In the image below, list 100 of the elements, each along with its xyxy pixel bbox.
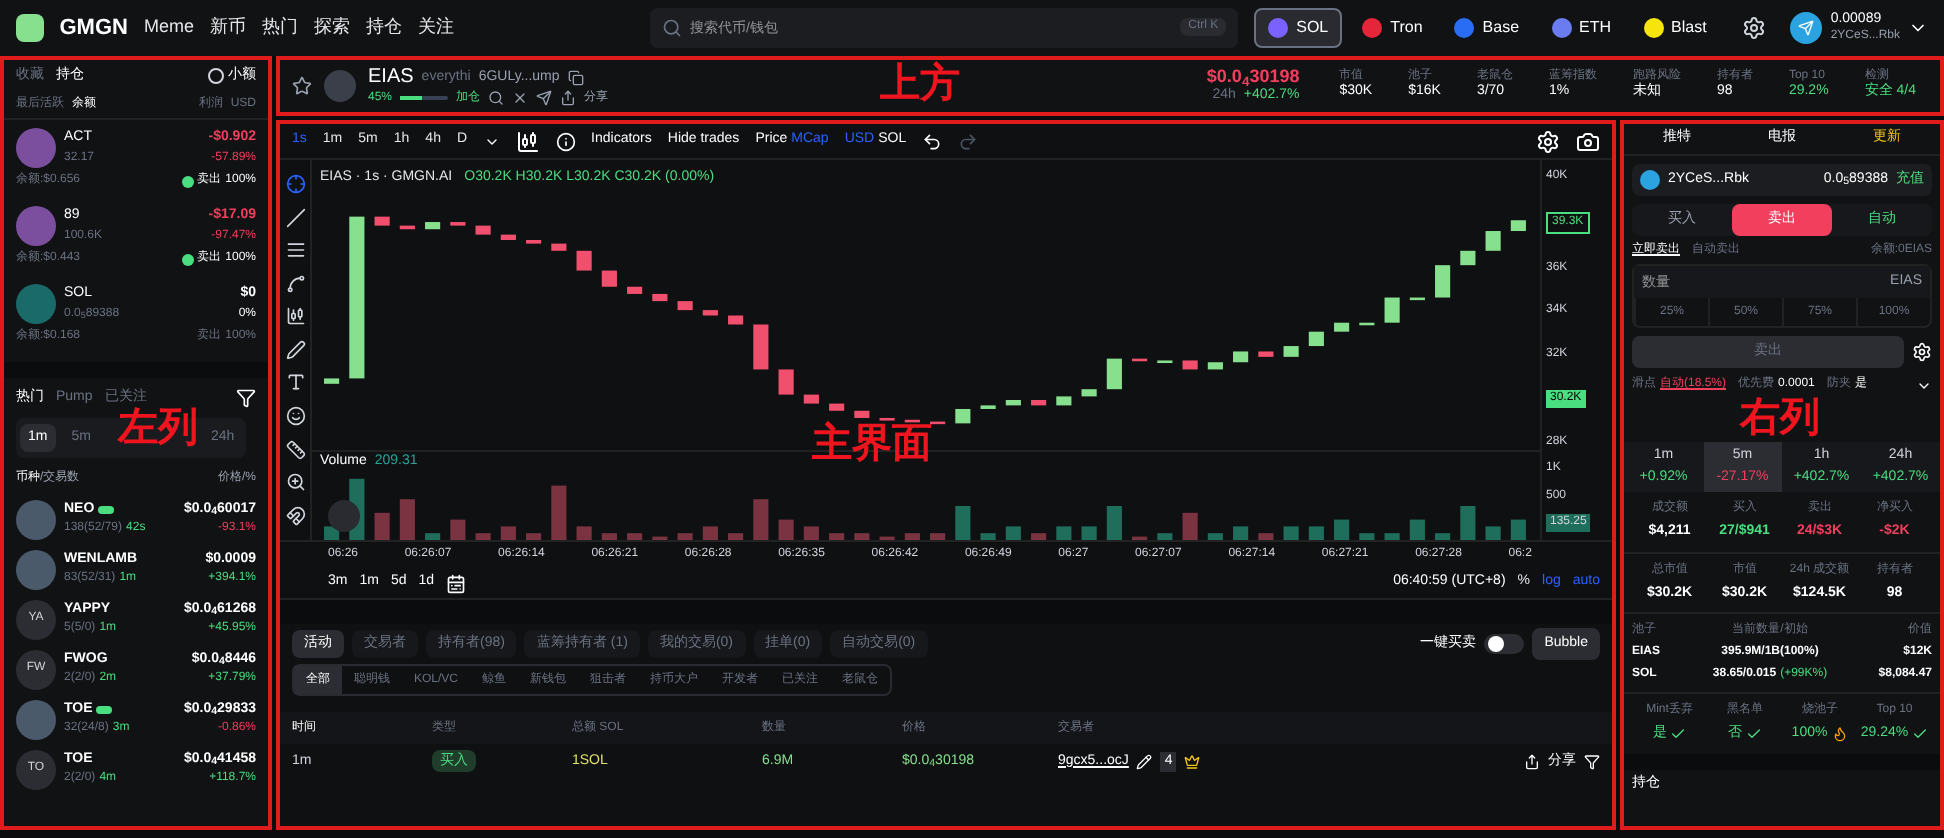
candle (399, 224, 415, 229)
camera-icon[interactable] (1576, 129, 1600, 153)
candle (374, 215, 390, 225)
candle (500, 233, 516, 239)
function-icon (555, 131, 576, 151)
volume-bar (627, 533, 643, 540)
logo[interactable]: GMGN (59, 11, 128, 45)
candle (652, 292, 668, 301)
chain-tab[interactable]: Blast (1631, 8, 1719, 48)
token-avatar (16, 128, 56, 168)
check-icon (1670, 726, 1687, 743)
candle (829, 402, 845, 410)
volume-bar (1106, 506, 1122, 540)
star-icon[interactable] (292, 76, 312, 96)
candle (753, 323, 769, 369)
check-icon (1745, 726, 1762, 743)
candle (1510, 219, 1526, 230)
volume-bar (930, 533, 946, 540)
candle (728, 314, 744, 324)
nav-link[interactable]: 热门 (261, 14, 298, 42)
candle (854, 409, 870, 417)
chain-tab[interactable]: Tron (1350, 8, 1435, 48)
x-icon (512, 90, 529, 107)
annotation-label: 右列 (1740, 398, 1820, 438)
telegram-icon (1790, 12, 1823, 44)
nav-link[interactable]: 关注 (417, 14, 454, 42)
volume-bar (1359, 533, 1375, 540)
redo-icon[interactable] (958, 131, 979, 151)
nav-link[interactable]: 新币 (209, 14, 246, 42)
chain-tab[interactable]: ETH (1539, 8, 1624, 48)
volume-bar (1005, 526, 1021, 540)
share-icon[interactable] (1524, 754, 1540, 770)
drawing-tool-icon[interactable] (285, 372, 305, 393)
volume-bar (1409, 519, 1425, 540)
volume-bar (1182, 512, 1198, 540)
candle (702, 309, 718, 315)
annotation-label: 左列 (118, 408, 198, 448)
candle (1081, 388, 1097, 396)
annotation-label: 主界面 (812, 424, 932, 464)
nav-link[interactable]: Meme (143, 14, 194, 42)
edit-icon[interactable] (1136, 754, 1153, 770)
logo-icon (16, 14, 44, 42)
volume-bar (1233, 526, 1249, 540)
drawing-tool-icon[interactable] (285, 472, 305, 493)
volume-bar (1334, 519, 1350, 540)
volume-bar (1056, 526, 1072, 540)
candle (1258, 350, 1274, 356)
toggle-switch[interactable] (1484, 634, 1525, 654)
chain-tab[interactable]: Base (1442, 8, 1532, 48)
calendar-icon[interactable] (446, 573, 467, 593)
candle (627, 285, 643, 293)
volume-bar (728, 533, 744, 540)
volume-bar (450, 519, 466, 540)
token-avatar (16, 206, 56, 246)
volume-bar (1081, 526, 1097, 540)
undo-icon[interactable] (922, 131, 943, 151)
candles-icon[interactable] (515, 129, 540, 153)
chain-tab[interactable]: SOL (1254, 8, 1343, 48)
copy-icon (567, 70, 584, 86)
candle (1485, 230, 1501, 250)
token-symbol: EIAS (368, 65, 414, 91)
candle (1031, 399, 1047, 405)
volume-bar (500, 526, 516, 540)
nav-link[interactable]: 探索 (313, 14, 350, 42)
volume-bar (1510, 519, 1526, 540)
annotation-label: 上方 (880, 64, 960, 104)
nav-link[interactable]: 持仓 (365, 14, 402, 42)
settings-icon[interactable] (1742, 16, 1767, 40)
token-avatar (16, 499, 56, 539)
volume-bar (677, 533, 693, 540)
candle (1334, 321, 1350, 331)
filter-icon (236, 388, 256, 408)
drawing-tool-icon[interactable] (285, 240, 305, 261)
telegram-icon (536, 90, 553, 107)
candle (324, 377, 340, 383)
candle (1005, 399, 1021, 405)
candle (955, 408, 971, 423)
volume-bar (399, 499, 415, 540)
token-avatar (16, 549, 56, 589)
candle (677, 300, 693, 310)
candle (1384, 296, 1400, 322)
drawing-tool-icon[interactable] (285, 273, 305, 294)
candle (601, 269, 617, 286)
volume-bar (829, 533, 845, 540)
candle (1207, 361, 1223, 369)
candle (1283, 345, 1299, 356)
volume-bar (324, 526, 340, 540)
filter-icon[interactable] (1584, 754, 1600, 770)
volume-bar (1435, 533, 1451, 540)
volume-bar (1258, 533, 1274, 540)
volume-bar (1460, 506, 1476, 540)
volume-bar (601, 533, 617, 540)
volume-bar (374, 512, 390, 540)
volume-bar (778, 519, 794, 540)
checkbox[interactable] (208, 68, 224, 84)
volume-bar (1485, 526, 1501, 540)
volume-bar (1384, 533, 1400, 540)
candle (1435, 264, 1451, 297)
volume-bar (1031, 533, 1047, 540)
candle (778, 368, 794, 394)
